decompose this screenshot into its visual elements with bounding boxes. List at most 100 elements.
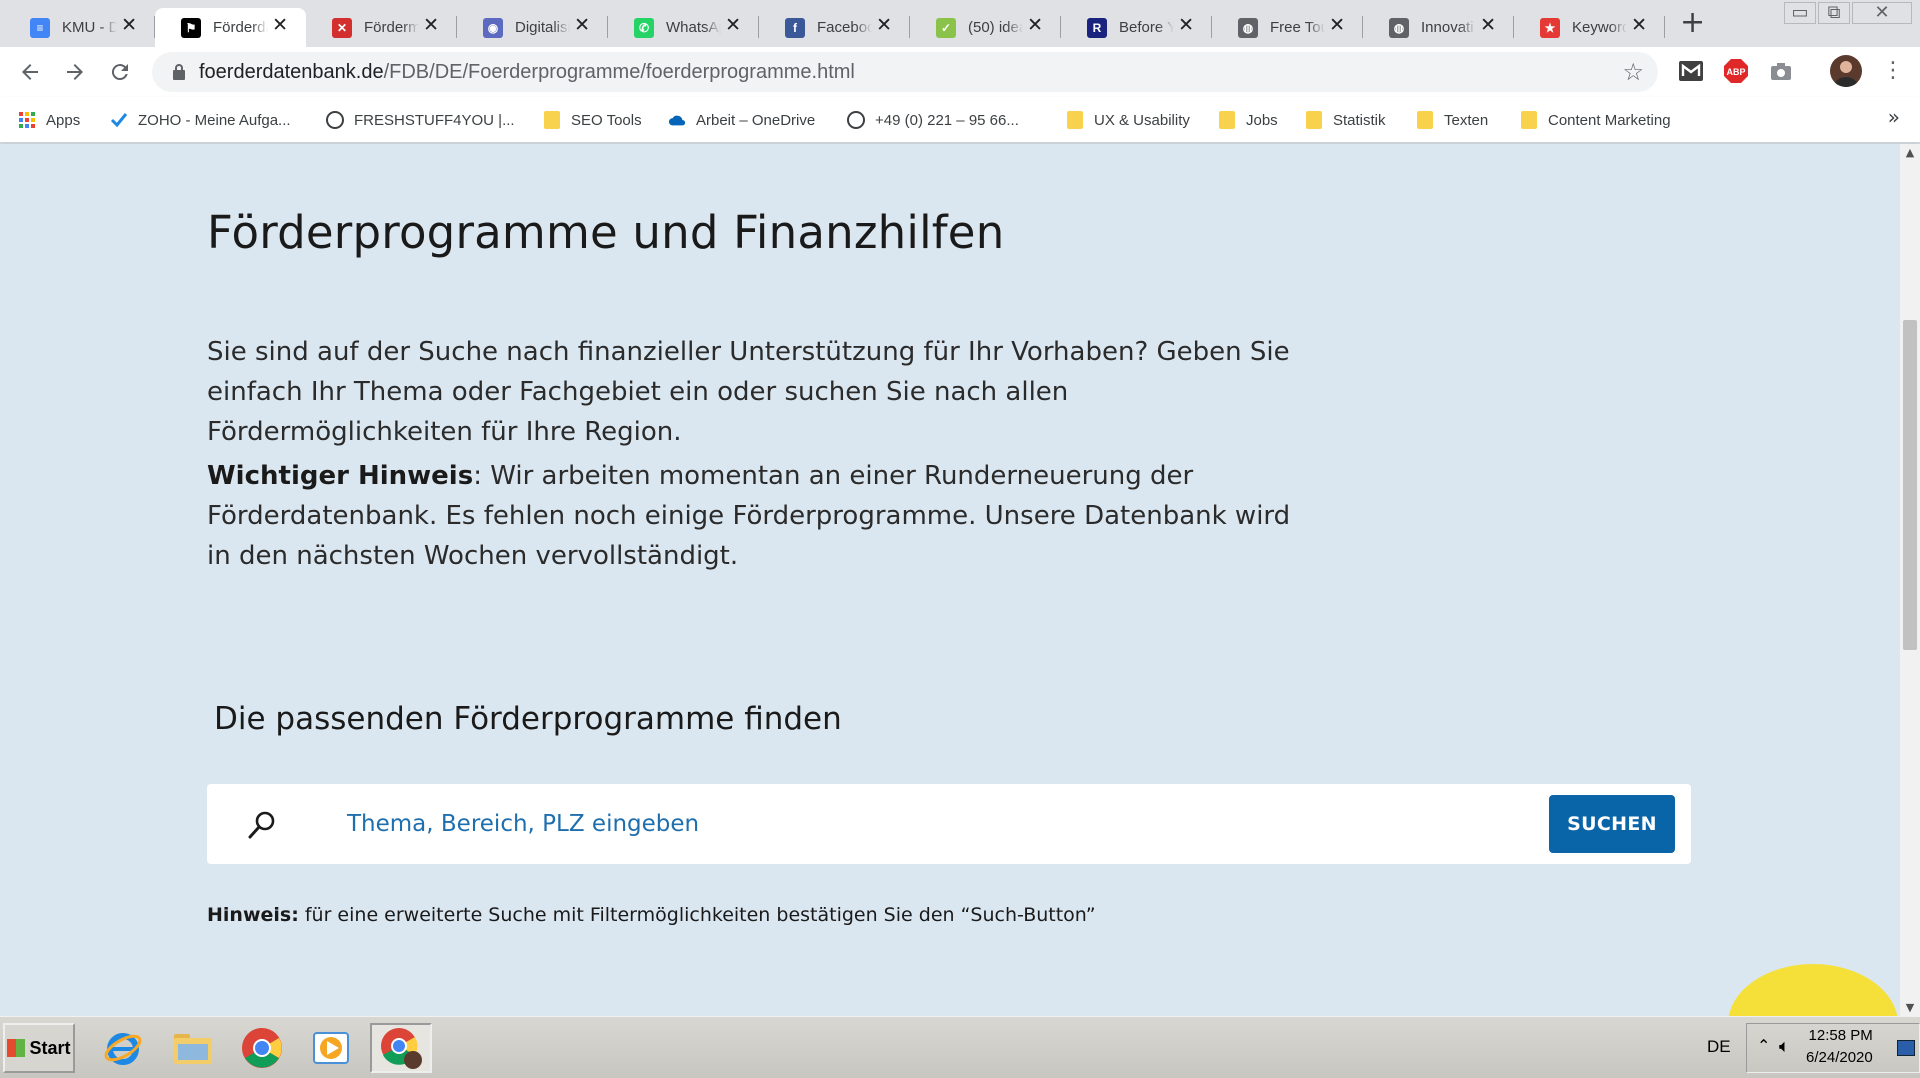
new-tab-button[interactable]: + [1680, 8, 1705, 38]
bookmark-2[interactable]: ZOHO - Meine Aufga... [110, 108, 291, 132]
tab-11[interactable]: ★ Keyword ✕ [1514, 8, 1665, 47]
bookmark-5[interactable]: Arbeit – OneDrive [668, 108, 815, 132]
check-icon [110, 111, 128, 129]
taskbar-chrome[interactable] [231, 1023, 293, 1073]
tab-8[interactable]: R Before Y ✕ [1061, 8, 1212, 47]
tray-expand-icon[interactable]: ⌃ [1757, 1036, 1770, 1055]
tab-close-icon[interactable]: ✕ [1027, 16, 1043, 36]
tab-favicon-icon: ◍ [1389, 17, 1409, 38]
tab-close-icon[interactable]: ✕ [1329, 16, 1345, 36]
reload-button[interactable] [105, 57, 135, 87]
bookmark-3[interactable]: FRESHSTUFF4YOU |... [326, 108, 515, 132]
tab-close-icon[interactable]: ✕ [574, 16, 590, 36]
bookmark-label: Jobs [1246, 111, 1278, 129]
taskbar-file-explorer[interactable] [162, 1023, 224, 1073]
page-content: Förderprogramme und Finanzhilfen Sie sin… [0, 144, 1900, 1016]
hint-label: Hinweis: [207, 904, 299, 926]
language-indicator[interactable]: DE [1707, 1037, 1731, 1057]
scroll-up-arrow-icon[interactable]: ▲ [1900, 144, 1920, 161]
search-heading: Die passenden Förderprogramme finden [214, 701, 842, 737]
tab-title: KMU - Digitalisierung [62, 19, 117, 36]
bookmark-4[interactable]: SEO Tools [543, 108, 642, 132]
search-button[interactable]: SUCHEN [1549, 795, 1675, 853]
profile-avatar[interactable] [1830, 55, 1862, 87]
tab-title: (50) ideas [968, 19, 1023, 36]
tab-title: Förderm [364, 19, 419, 36]
internet-explorer-icon [104, 1033, 142, 1065]
bookmark-11[interactable]: Content Marketing [1520, 108, 1671, 132]
taskbar-internet-explorer[interactable] [92, 1023, 154, 1073]
tab-10[interactable]: ◍ Innovati ✕ [1363, 8, 1514, 47]
tab-2[interactable]: ⚑ Förderdatenbank✕ [155, 8, 306, 47]
bookmark-label: Arbeit – OneDrive [696, 111, 816, 129]
search-input[interactable] [347, 804, 1387, 844]
bookmarks-bar: Apps ZOHO - Meine Aufga... FRESHSTUFF4YOU … [0, 97, 1920, 143]
taskbar-chrome-active[interactable] [370, 1023, 432, 1073]
tab-separator [1664, 16, 1665, 38]
scroll-down-arrow-icon[interactable]: ▼ [1900, 999, 1920, 1016]
bookmark-label: Texten [1444, 111, 1489, 129]
clock-date: 6/24/2020 [1806, 1049, 1873, 1066]
bookmark-1[interactable]: Apps [18, 108, 80, 132]
tab-close-icon[interactable]: ✕ [272, 16, 288, 36]
bookmark-8[interactable]: Jobs [1218, 108, 1278, 132]
back-button[interactable] [15, 57, 45, 87]
volume-icon[interactable]: 🔈︎ [1779, 1036, 1790, 1057]
tab-close-icon[interactable]: ✕ [1178, 16, 1194, 36]
media-player-icon [313, 1032, 349, 1064]
tab-close-icon[interactable]: ✕ [1631, 16, 1647, 36]
tab-1[interactable]: ≡ KMU - Digitalisierung✕ [4, 8, 155, 47]
bookmark-label: Apps [46, 111, 81, 129]
scrollbar-thumb[interactable] [1903, 320, 1917, 650]
notification-icon[interactable] [1897, 1040, 1915, 1056]
tab-title: Digitalisierung [515, 19, 570, 36]
tab-3[interactable]: ✕ Förderm ✕ [306, 8, 457, 47]
tab-4[interactable]: ◉ Digitalisierung✕ [457, 8, 608, 47]
tab-6[interactable]: f Facebook✕ [759, 8, 910, 47]
camera-extension-icon[interactable] [1768, 58, 1794, 84]
folder-icon [1520, 111, 1538, 129]
tab-5[interactable]: ✆ WhatsApp✕ [608, 8, 759, 47]
svg-text:ABP: ABP [1726, 67, 1745, 77]
bookmark-6[interactable]: +49 (0) 221 – 95 66... [847, 108, 1019, 132]
important-note: Wichtiger Hinweis: Wir arbeiten momentan… [207, 456, 1307, 576]
tab-title: Förderdatenbank [213, 19, 268, 36]
tab-favicon-icon: ✓ [936, 17, 956, 38]
tab-7[interactable]: ✓ (50) ideas✕ [910, 8, 1061, 47]
folder-icon [1305, 111, 1323, 129]
tab-close-icon[interactable]: ✕ [725, 16, 741, 36]
adblock-extension-icon[interactable]: ABP [1723, 58, 1749, 84]
minimize-button[interactable]: ▭ [1784, 2, 1816, 24]
chat-widget-button[interactable] [1728, 964, 1898, 1016]
tab-close-icon[interactable]: ✕ [423, 16, 439, 36]
taskbar-media-player[interactable] [300, 1023, 362, 1073]
tab-close-icon[interactable]: ✕ [876, 16, 892, 36]
address-bar[interactable]: foerderdatenbank.de/FDB/DE/Foerderprogra… [152, 52, 1658, 92]
start-label: Start [29, 1037, 71, 1058]
folder-icon [1416, 111, 1434, 129]
bookmarks-overflow-button[interactable]: » [1888, 105, 1900, 129]
start-button[interactable]: Start [3, 1023, 75, 1073]
tab-title: Innovati [1421, 19, 1474, 36]
tab-close-icon[interactable]: ✕ [121, 16, 137, 36]
restore-button[interactable]: ⧉ [1818, 2, 1850, 24]
bookmark-label: FRESHSTUFF4YOU |... [354, 111, 515, 129]
bookmark-star-icon[interactable]: ☆ [1622, 58, 1644, 86]
tab-favicon-icon: ✆ [634, 17, 654, 38]
bookmark-9[interactable]: Statistik [1305, 108, 1386, 132]
note-label: Wichtiger Hinweis [207, 461, 474, 491]
tab-title: Facebook [817, 19, 872, 36]
tab-close-icon[interactable]: ✕ [1480, 16, 1496, 36]
tab-9[interactable]: ◍ Free Tou ✕ [1212, 8, 1363, 47]
search-bar: SUCHEN [207, 784, 1691, 864]
close-window-button[interactable]: ✕ [1852, 2, 1912, 24]
more-menu-icon[interactable]: ⋮ [1880, 58, 1906, 84]
gmail-extension-icon[interactable] [1678, 58, 1704, 84]
bookmark-10[interactable]: Texten [1416, 108, 1488, 132]
system-clock[interactable]: 12:58 PM 6/24/2020 [1806, 1025, 1873, 1069]
vertical-scrollbar[interactable]: ▲ ▼ [1900, 144, 1920, 1016]
bookmark-7[interactable]: UX & Usability [1066, 108, 1190, 132]
tab-title: WhatsApp [666, 19, 721, 36]
forward-button[interactable] [60, 57, 90, 87]
tab-title: Free Tou [1270, 19, 1325, 36]
